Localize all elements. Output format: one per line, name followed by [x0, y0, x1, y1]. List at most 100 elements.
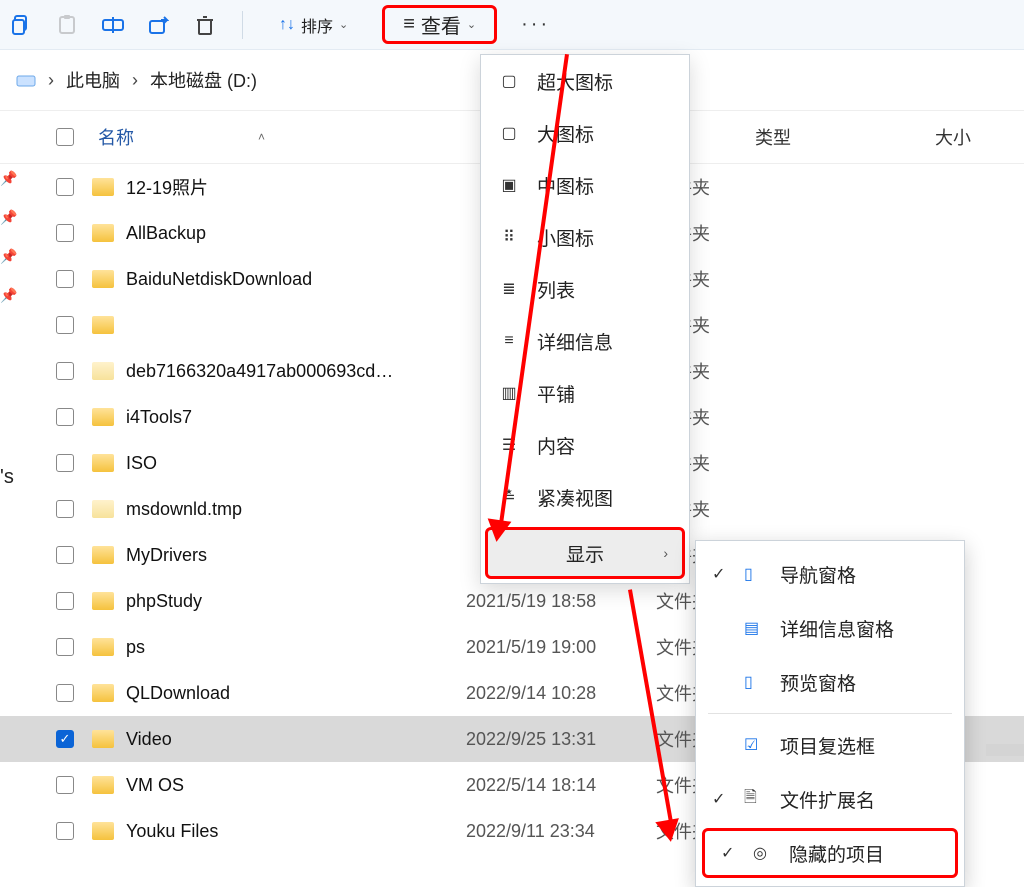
- view-menu-item[interactable]: ▢大图标: [481, 107, 689, 159]
- file-name: deb7166320a4917ab000693cd…: [126, 361, 466, 382]
- view-menu-item-label: 紧凑视图: [537, 484, 613, 511]
- view-button[interactable]: ≡ 查看 ⌄: [382, 5, 497, 44]
- file-name: 12-19照片: [126, 174, 466, 200]
- file-name: QLDownload: [126, 683, 466, 704]
- show-submenu-item[interactable]: ✓ ◎ 隐藏的项目: [702, 828, 958, 878]
- view-menu-item-label: 列表: [537, 276, 575, 303]
- row-checkbox[interactable]: ✓: [56, 730, 74, 748]
- chevron-right-icon: ›: [132, 70, 138, 91]
- row-checkbox[interactable]: [56, 408, 74, 426]
- show-submenu-item-label: 预览窗格: [780, 669, 856, 696]
- folder-icon: [92, 592, 114, 610]
- check-icon: ✓: [721, 843, 739, 863]
- scrollbar-horizontal[interactable]: [986, 744, 1024, 756]
- pin-icon: 📌: [0, 287, 24, 304]
- show-submenu: ✓▯导航窗格▤详细信息窗格▯预览窗格☑项目复选框✓🗎文件扩展名✓◎隐藏的项目: [695, 540, 965, 887]
- pin-icon: 📌: [0, 248, 24, 265]
- row-checkbox[interactable]: [56, 270, 74, 288]
- submenu-icon: ▯: [744, 672, 766, 692]
- row-checkbox[interactable]: [56, 684, 74, 702]
- toolbar-separator: [242, 11, 243, 39]
- view-menu-item-label: 超大图标: [537, 68, 613, 95]
- show-submenu-item-label: 详细信息窗格: [780, 615, 894, 642]
- folder-icon: [92, 684, 114, 702]
- file-date: 2022/9/25 13:31: [466, 729, 656, 750]
- more-button[interactable]: ···: [521, 13, 550, 36]
- show-submenu-item[interactable]: ✓🗎文件扩展名: [696, 772, 964, 826]
- file-name: phpStudy: [126, 591, 466, 612]
- view-menu-item[interactable]: ☰内容: [481, 419, 689, 471]
- breadcrumb-root[interactable]: 此电脑: [66, 67, 120, 93]
- view-menu-item[interactable]: ≣列表: [481, 263, 689, 315]
- view-menu-item-label: 详细信息: [537, 328, 613, 355]
- column-size[interactable]: 大小: [935, 124, 971, 150]
- row-checkbox[interactable]: [56, 224, 74, 242]
- copy-icon[interactable]: [10, 14, 32, 36]
- show-submenu-item[interactable]: ✓ ▯ 导航窗格: [696, 547, 964, 601]
- view-mode-icon: ⠿: [499, 227, 519, 247]
- show-submenu-item-label: 项目复选框: [780, 732, 875, 759]
- view-menu-show-item[interactable]: 显示›: [485, 527, 685, 579]
- file-date: 2022/9/14 10:28: [466, 683, 656, 704]
- row-checkbox[interactable]: [56, 454, 74, 472]
- file-date: 2021/5/19 18:58: [466, 591, 656, 612]
- show-submenu-item-label: 隐藏的项目: [789, 840, 884, 867]
- column-name[interactable]: 名称 ˄: [98, 124, 498, 150]
- submenu-icon: ▯: [744, 564, 766, 584]
- paste-icon[interactable]: [56, 14, 78, 36]
- submenu-icon: ▤: [744, 618, 766, 638]
- view-mode-icon: ☰: [499, 435, 519, 455]
- file-name: ISO: [126, 453, 466, 474]
- folder-icon: [92, 408, 114, 426]
- view-menu-item[interactable]: ⠿小图标: [481, 211, 689, 263]
- folder-icon: [92, 730, 114, 748]
- chevron-right-icon: ›: [663, 545, 668, 561]
- sort-button[interactable]: ↑↓ 排序 ⌄: [269, 9, 358, 41]
- select-all-checkbox[interactable]: [56, 128, 74, 146]
- row-checkbox[interactable]: [56, 178, 74, 196]
- file-date: 2022/9/11 23:34: [466, 821, 656, 842]
- row-checkbox[interactable]: [56, 500, 74, 518]
- row-checkbox[interactable]: [56, 822, 74, 840]
- share-icon[interactable]: [148, 14, 170, 36]
- view-menu-item[interactable]: ▢超大图标: [481, 55, 689, 107]
- row-checkbox[interactable]: [56, 776, 74, 794]
- delete-icon[interactable]: [194, 14, 216, 36]
- folder-icon: [92, 638, 114, 656]
- row-checkbox[interactable]: [56, 316, 74, 334]
- file-name: Youku Files: [126, 821, 466, 842]
- view-menu-item[interactable]: ≡详细信息: [481, 315, 689, 367]
- chevron-down-icon: ⌄: [339, 18, 348, 31]
- chevron-down-icon: ⌄: [467, 18, 476, 31]
- row-checkbox[interactable]: [56, 592, 74, 610]
- breadcrumb-drive[interactable]: 本地磁盘 (D:): [150, 67, 257, 93]
- file-name: i4Tools7: [126, 407, 466, 428]
- row-checkbox[interactable]: [56, 546, 74, 564]
- folder-icon: [92, 178, 114, 196]
- view-menu-item-label: 中图标: [537, 172, 594, 199]
- view-mode-icon: ≛: [499, 487, 519, 507]
- view-menu-item[interactable]: ▥平铺: [481, 367, 689, 419]
- show-submenu-item-label: 导航窗格: [780, 561, 856, 588]
- file-name: ps: [126, 637, 466, 658]
- submenu-icon: ◎: [753, 843, 775, 863]
- show-submenu-item[interactable]: ▤ 详细信息窗格: [696, 601, 964, 655]
- row-checkbox[interactable]: [56, 362, 74, 380]
- folder-icon: [92, 316, 114, 334]
- sort-label: 排序: [301, 13, 333, 37]
- folder-icon: [92, 362, 114, 380]
- check-icon: ✓: [712, 564, 730, 584]
- view-menu-item[interactable]: ▣中图标: [481, 159, 689, 211]
- view-mode-icon: ▥: [499, 383, 519, 403]
- folder-icon: [92, 270, 114, 288]
- row-checkbox[interactable]: [56, 638, 74, 656]
- check-icon: ✓: [712, 789, 730, 809]
- view-menu: ▢超大图标▢大图标▣中图标⠿小图标≣列表≡详细信息▥平铺☰内容 ≛ 紧凑视图显示›: [480, 54, 690, 584]
- folder-icon: [92, 454, 114, 472]
- file-name: Video: [126, 729, 466, 750]
- view-menu-item[interactable]: ≛ 紧凑视图: [481, 471, 689, 523]
- rename-icon[interactable]: [102, 14, 124, 36]
- column-type[interactable]: 类型: [755, 124, 935, 150]
- show-submenu-item[interactable]: ▯ 预览窗格: [696, 655, 964, 709]
- show-submenu-item[interactable]: ☑项目复选框: [696, 718, 964, 772]
